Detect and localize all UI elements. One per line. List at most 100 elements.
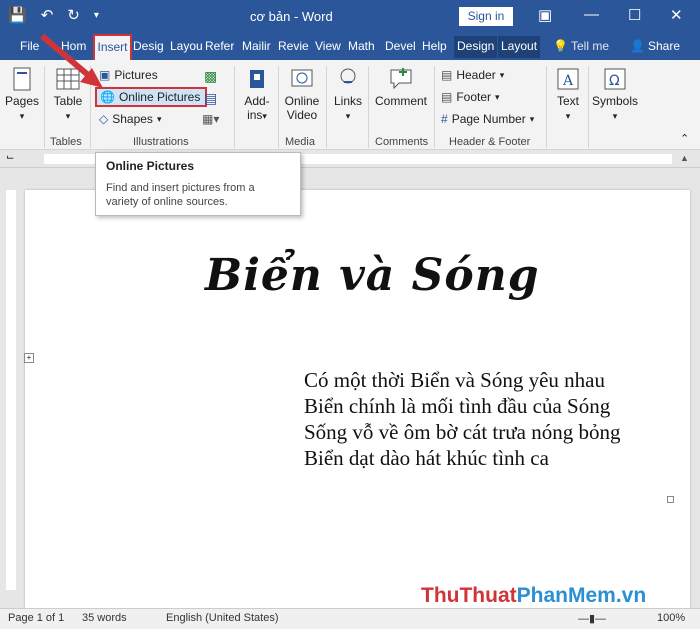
minimize-icon[interactable]: —: [584, 6, 599, 23]
smartart-icon[interactable]: ▩: [204, 68, 217, 85]
table-icon: [56, 68, 80, 90]
watermark-part: Thu: [421, 584, 460, 607]
pages-button[interactable]: Pages ▾: [4, 66, 40, 122]
tab-insert[interactable]: Insert: [93, 34, 132, 62]
online-pictures-icon: 🌐: [100, 90, 115, 104]
page-count[interactable]: Page 1 of 1: [8, 612, 64, 624]
ribbon: Pages ▾ Table ▾ Tables ▣ Pictures 🌐 Online…: [0, 60, 700, 150]
tooltip-description: Find and insert pictures from a variety …: [106, 182, 255, 208]
ribbon-separator: [434, 66, 435, 148]
ribbon-display-options-icon[interactable]: ▣: [538, 6, 552, 24]
tab-table-layout[interactable]: Layout: [498, 36, 541, 58]
zoom-level[interactable]: 100%: [657, 612, 685, 624]
ruler-scroll-up[interactable]: ▲: [680, 153, 689, 163]
omega-icon: Ω: [604, 68, 626, 90]
document-heading[interactable]: Biển và Sóng: [205, 250, 539, 301]
svg-text:A: A: [562, 73, 574, 89]
illustrations-group-label: Illustrations: [133, 136, 189, 148]
document-title: cơ bản - Word: [250, 9, 333, 24]
tab-references[interactable]: Refer: [205, 39, 234, 53]
pictures-icon: ▣: [99, 68, 111, 82]
maximize-icon[interactable]: ☐: [628, 6, 641, 24]
undo-icon[interactable]: ↶: [41, 6, 54, 24]
tab-layout[interactable]: Layou: [170, 39, 203, 53]
tab-table-design[interactable]: Design: [454, 36, 498, 58]
text-box-icon: A: [557, 68, 579, 90]
add-ins-icon: [250, 70, 264, 88]
vruler-strip: [6, 190, 16, 590]
watermark-logo: ThuThuatPhanMem.vn: [421, 584, 646, 608]
comment-button[interactable]: Comment: [372, 66, 430, 108]
pictures-button[interactable]: ▣ Pictures: [99, 68, 158, 82]
comments-group-label: Comments: [375, 136, 429, 148]
svg-text:Ω: Ω: [609, 73, 620, 89]
tab-home[interactable]: Hom: [61, 39, 86, 53]
footer-icon: ▤: [441, 90, 453, 104]
symbols-button[interactable]: Ω Symbols ▾: [592, 66, 638, 122]
user-icon: 👤: [630, 39, 645, 53]
table-button[interactable]: Table ▾: [50, 66, 86, 122]
online-pictures-button[interactable]: 🌐 Online Pictures: [95, 87, 208, 107]
shapes-button[interactable]: ◇ Shapes ▾: [99, 112, 161, 126]
sign-in-button[interactable]: Sign in: [459, 7, 513, 26]
lightbulb-icon: 💡: [553, 39, 568, 53]
poem-line[interactable]: Biển dạt dào hát khúc tình ca: [304, 446, 549, 471]
footer-button[interactable]: ▤ Footer ▾: [441, 90, 500, 104]
ribbon-separator: [326, 66, 327, 148]
ribbon-tabs: File Hom Insert Desig Layou Refer Mailir…: [0, 34, 700, 62]
word-count[interactable]: 35 words: [82, 612, 127, 624]
redo-icon[interactable]: ↻: [67, 6, 80, 24]
tab-math[interactable]: Math: [348, 39, 375, 53]
tab-help[interactable]: Help: [422, 39, 447, 53]
watermark-part: PhanMem: [516, 584, 616, 607]
collapse-ribbon-icon[interactable]: ⌃: [680, 132, 689, 145]
chart-icon[interactable]: ▤: [204, 90, 217, 107]
tab-file[interactable]: File: [20, 39, 39, 53]
header-icon: ▤: [441, 68, 453, 82]
page-number-button[interactable]: # Page Number ▾: [441, 112, 534, 126]
language-indicator[interactable]: English (United States): [166, 612, 279, 624]
online-video-button[interactable]: Online Video: [282, 66, 322, 122]
ribbon-separator: [546, 66, 547, 148]
poem-line[interactable]: Có một thời Biển và Sóng yêu nhau: [304, 368, 605, 393]
customize-qat-icon[interactable]: ▾: [94, 10, 99, 21]
ribbon-separator: [588, 66, 589, 148]
tables-group-label: Tables: [50, 136, 82, 148]
tell-me-box[interactable]: Tell me: [571, 39, 609, 53]
header-button[interactable]: ▤ Header ▾: [441, 68, 504, 82]
online-video-icon: [291, 69, 313, 87]
link-icon: [340, 68, 356, 84]
header-footer-group-label: Header & Footer: [449, 136, 531, 148]
links-button[interactable]: Links ▾: [332, 66, 364, 122]
poem-line[interactable]: Biển chính là mối tình đầu của Sóng: [304, 394, 610, 419]
quick-access-toolbar: 💾 ↶ ↻ ▾: [8, 6, 99, 24]
tab-mailings[interactable]: Mailir: [242, 39, 271, 53]
pages-icon: [13, 67, 31, 91]
ribbon-separator: [234, 66, 235, 148]
close-icon[interactable]: ✕: [670, 6, 683, 24]
add-ins-button[interactable]: Add-ins▾: [240, 66, 274, 122]
tab-design[interactable]: Desig: [133, 39, 164, 53]
tab-view[interactable]: View: [315, 39, 341, 53]
text-button[interactable]: A Text ▾: [552, 66, 584, 122]
table-move-handle-icon[interactable]: +: [24, 353, 34, 363]
share-button[interactable]: Share: [648, 39, 680, 53]
status-bar: Page 1 of 1 35 words English (United Sta…: [0, 608, 700, 629]
poem-line[interactable]: Sống vỗ về ôm bờ cát trưa nóng bỏng: [304, 420, 620, 445]
ribbon-separator: [368, 66, 369, 148]
online-pictures-tooltip: Online Pictures Find and insert pictures…: [95, 152, 301, 216]
shapes-icon: ◇: [99, 112, 109, 126]
tab-developer[interactable]: Devel: [385, 39, 416, 53]
save-icon[interactable]: 💾: [8, 6, 27, 24]
screenshot-icon[interactable]: ▦▾: [202, 112, 219, 126]
watermark-part: .vn: [615, 584, 647, 607]
title-bar: 💾 ↶ ↻ ▾ cơ bản - Word Sign in ▣ — ☐ ✕: [0, 0, 700, 34]
zoom-slider[interactable]: —▮—: [578, 612, 606, 625]
tab-selector-icon[interactable]: ⌙: [6, 152, 14, 163]
tooltip-title: Online Pictures: [106, 159, 195, 173]
ribbon-separator: [278, 66, 279, 148]
tab-review[interactable]: Revie: [278, 39, 309, 53]
page-number-icon: #: [441, 112, 448, 126]
table-resize-handle[interactable]: [667, 496, 674, 503]
vertical-ruler: [0, 168, 22, 608]
